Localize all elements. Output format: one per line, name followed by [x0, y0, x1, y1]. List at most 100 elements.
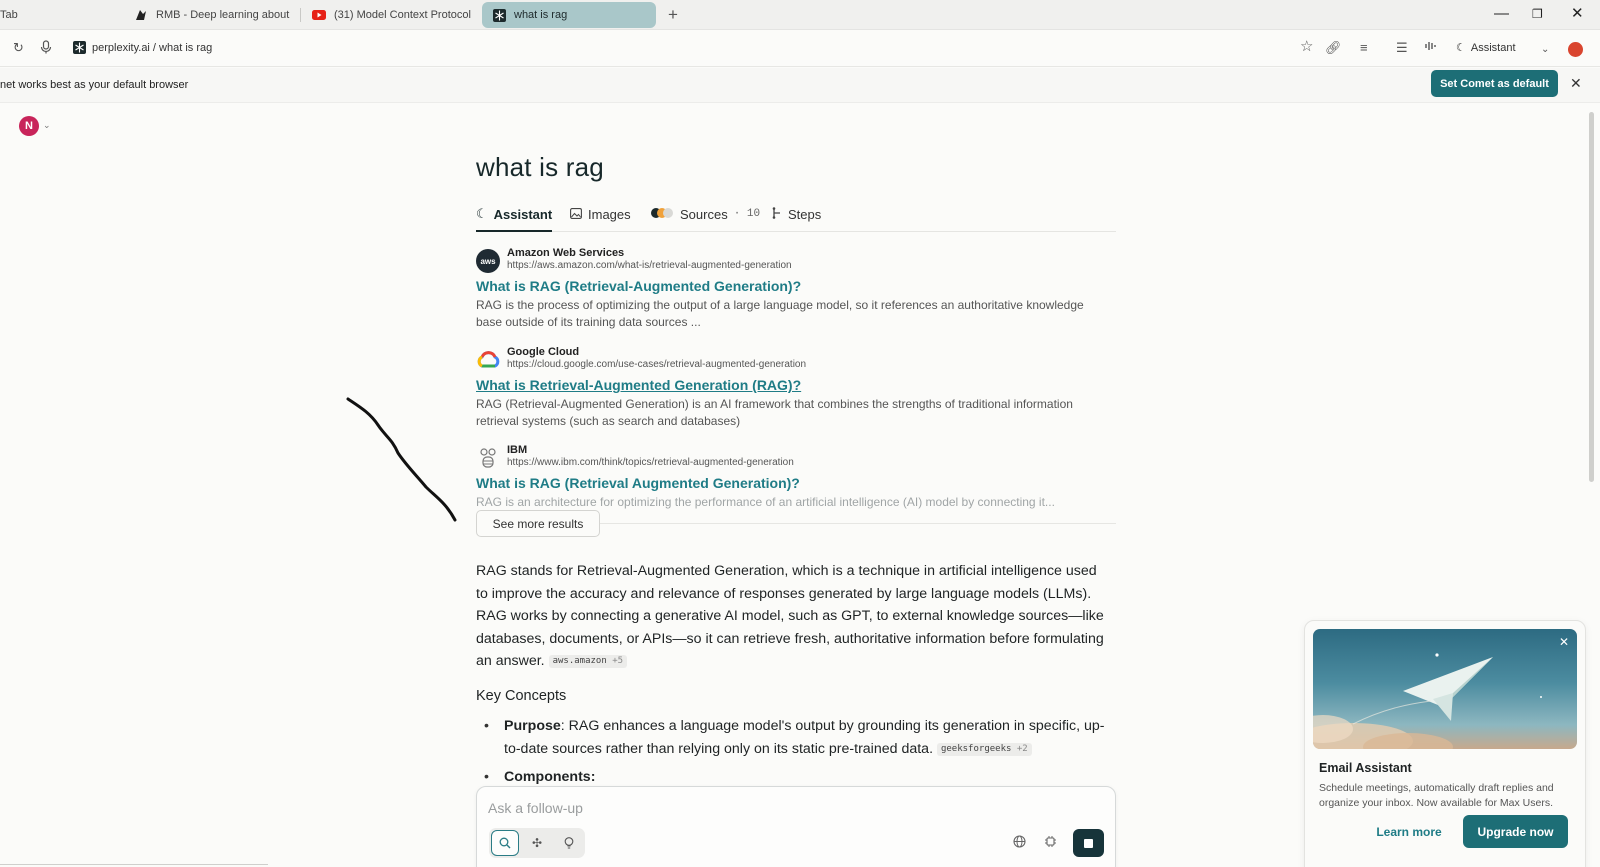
bottom-divider [0, 864, 268, 865]
link-icon[interactable]: 🔗︎ [1325, 40, 1342, 56]
answer-paragraph: RAG stands for Retrieval-Augmented Gener… [476, 560, 1106, 673]
source-url[interactable]: https://aws.amazon.com/what-is/retrieval… [507, 260, 792, 271]
default-browser-banner: net works best as your default browser S… [0, 68, 1600, 103]
minimize-icon[interactable]: — [1494, 4, 1509, 24]
banner-text: net works best as your default browser [0, 79, 189, 91]
tab-label: Steps [788, 206, 822, 222]
audio-wave-icon[interactable] [1424, 40, 1438, 56]
source-name: Google Cloud [507, 346, 580, 358]
section-heading: Key Concepts [476, 688, 567, 704]
tab-divider [300, 8, 301, 22]
promo-title: Email Assistant [1319, 761, 1412, 775]
page-title: what is rag [476, 152, 604, 182]
promo-close-icon[interactable]: ✕ [1559, 635, 1569, 649]
learn-more-button[interactable]: Learn more [1369, 817, 1449, 847]
source-title-link[interactable]: What is RAG (Retrieval Augmented Generat… [476, 475, 800, 491]
scrollbar[interactable] [1589, 112, 1594, 482]
source-snippet: RAG (Retrieval-Augmented Generation) is … [476, 397, 1073, 428]
see-more-results-button[interactable]: See more results [476, 510, 600, 537]
globe-icon[interactable] [1013, 835, 1026, 851]
google-cloud-logo-icon [476, 348, 500, 372]
tab-label: Images [588, 206, 631, 222]
divider [600, 523, 1116, 524]
source-title-link[interactable]: What is Retrieval-Augmented Generation (… [476, 377, 801, 393]
reading-list-icon[interactable]: ≡ [1360, 40, 1368, 56]
source-result: IBM https://www.ibm.com/think/topics/ret… [476, 444, 1116, 510]
assistant-label: Assistant [1470, 41, 1516, 54]
tab-steps[interactable]: Steps [772, 202, 821, 226]
active-tab-indicator [476, 230, 552, 232]
follow-up-box: ✣ [476, 786, 1116, 867]
tab-assistant[interactable]: ☾ Assistant [476, 202, 552, 226]
tab-partial[interactable]: Tab [0, 2, 120, 28]
source-snippet: RAG is an architecture for optimizing th… [476, 495, 1055, 509]
upgrade-now-button[interactable]: Upgrade now [1463, 815, 1568, 848]
ibm-logo-icon [476, 446, 500, 470]
source-result: Google Cloud https://cloud.google.com/us… [476, 346, 1116, 428]
new-tab-button[interactable]: + [668, 6, 678, 23]
email-assistant-promo: ✕ Email Assistant Schedule meetings, aut… [1304, 620, 1586, 867]
chevron-down-icon[interactable]: ⌄ [1541, 42, 1549, 58]
reload-icon[interactable]: ↻ [13, 40, 24, 56]
search-mode-icon[interactable] [491, 830, 519, 856]
answer-text: RAG stands for Retrieval-Augmented Gener… [476, 563, 1104, 669]
source-name: IBM [507, 444, 528, 456]
tab-label: Sources [680, 206, 728, 222]
stop-icon [1084, 838, 1093, 848]
research-mode-icon[interactable]: ✣ [523, 830, 551, 856]
perplexity-favicon-icon [492, 8, 506, 22]
user-avatar[interactable]: N [19, 116, 39, 136]
sources-count: · 10 [733, 208, 761, 220]
tab-sources[interactable]: Sources · 10 [650, 202, 760, 226]
promo-description: Schedule meetings, automatically draft r… [1319, 782, 1554, 809]
labs-mode-icon[interactable] [555, 830, 583, 856]
site-favicon-icon [73, 41, 86, 58]
assistant-tab-icon: ☾ [476, 206, 488, 221]
annotation-stroke [346, 397, 457, 522]
paper-plane-illustration: ✕ [1313, 629, 1577, 749]
address-bar: ↻ perplexity.ai / what is rag ☆ 🔗︎ ≡ ☰ ☾… [0, 31, 1600, 67]
bookmark-star-icon[interactable]: ☆ [1300, 39, 1313, 55]
set-default-button[interactable]: Set Comet as default [1431, 70, 1558, 97]
microphone-icon[interactable] [40, 40, 52, 58]
source-name: Amazon Web Services [507, 247, 625, 259]
source-url[interactable]: https://www.ibm.com/think/topics/retriev… [507, 457, 794, 468]
tab-title: (31) Model Context Protocol ( [334, 9, 472, 21]
tab-title: Tab [0, 9, 18, 21]
tab-bar: Tab RMB - Deep learning about tl (31) Mo… [0, 0, 1600, 30]
close-window-icon[interactable]: ✕ [1571, 4, 1584, 24]
restore-icon[interactable]: ❐ [1532, 4, 1543, 24]
result-tabs: ☾ Assistant Images Sources · 10 Steps [476, 202, 1116, 232]
tab-images[interactable]: Images [570, 202, 631, 226]
menu-lines-icon[interactable]: ☰ [1396, 40, 1408, 56]
tab-youtube[interactable]: (31) Model Context Protocol ( [312, 2, 472, 28]
source-url[interactable]: https://cloud.google.com/use-cases/retri… [507, 359, 806, 370]
assistant-icon: ☾ [1456, 42, 1466, 54]
citation-badge[interactable]: geeksforgeeks +2 [936, 742, 1032, 756]
tab-label: Assistant [493, 206, 553, 222]
source-snippet: RAG is the process of optimizing the out… [476, 298, 1084, 329]
bullet-label: Purpose [504, 718, 561, 734]
tab-rmb[interactable]: RMB - Deep learning about tl [134, 2, 292, 28]
citation-badge[interactable]: aws.amazon +5 [548, 655, 628, 668]
banner-close-icon[interactable]: ✕ [1570, 75, 1582, 92]
stop-button[interactable] [1073, 829, 1104, 857]
url-field[interactable]: perplexity.ai / what is rag [92, 42, 212, 54]
aws-logo-icon: aws [476, 249, 500, 273]
tab-active-perplexity[interactable]: what is rag [482, 2, 656, 28]
image-icon [570, 207, 582, 222]
steps-icon [772, 206, 782, 222]
tab-title: RMB - Deep learning about tl [156, 9, 292, 21]
source-result: aws Amazon Web Services https://aws.amaz… [476, 247, 1116, 329]
source-title-link[interactable]: What is RAG (Retrieval-Augmented Generat… [476, 278, 801, 294]
mode-selector: ✣ [489, 828, 585, 858]
key-concepts-list: Purpose: RAG enhances a language model's… [484, 715, 1110, 795]
follow-up-input[interactable] [488, 797, 1088, 819]
youtube-favicon-icon [312, 8, 326, 22]
profile-avatar[interactable] [1568, 42, 1583, 57]
user-menu-chevron-icon[interactable]: ⌄ [43, 120, 51, 131]
rmb-favicon-icon [134, 8, 148, 22]
assistant-button[interactable]: ☾ Assistant [1456, 41, 1516, 55]
model-chip-icon[interactable] [1044, 835, 1057, 851]
list-item: Purpose: RAG enhances a language model's… [484, 715, 1110, 760]
